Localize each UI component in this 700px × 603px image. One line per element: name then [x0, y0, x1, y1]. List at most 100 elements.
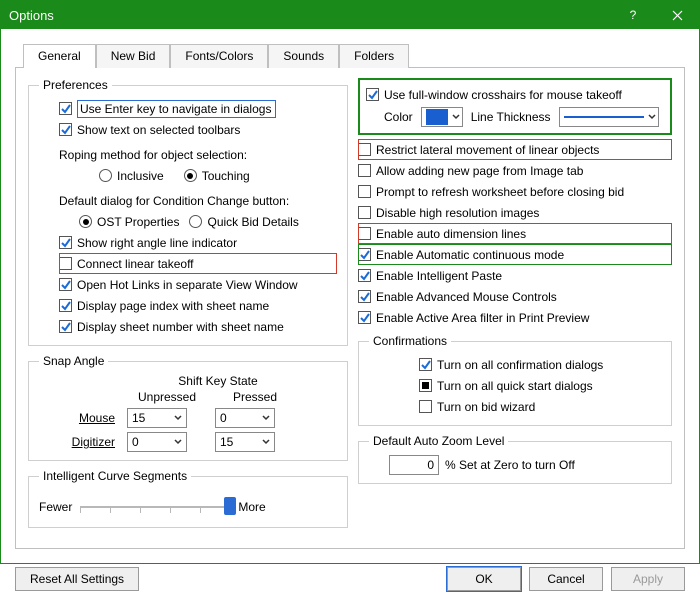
- window-title: Options: [9, 8, 54, 23]
- confirm-bid-row[interactable]: Turn on bid wizard: [419, 396, 661, 417]
- show-text-label: Show text on selected toolbars: [77, 123, 240, 137]
- color-swatch: [426, 109, 448, 125]
- tab-general[interactable]: General: [23, 44, 96, 68]
- snap-angle-group: Snap Angle Shift Key State Unpressed Pre…: [28, 354, 348, 461]
- digitizer-unpressed-select[interactable]: 0: [127, 432, 187, 452]
- color-label: Color: [384, 110, 413, 124]
- chevron-down-icon: [262, 435, 270, 449]
- digitizer-pressed-select[interactable]: 15: [215, 432, 275, 452]
- zoom-input[interactable]: 0: [389, 455, 439, 475]
- confirm-quick-checkbox[interactable]: [419, 379, 432, 392]
- line-thickness-select[interactable]: [559, 107, 659, 127]
- confirm-bid-checkbox[interactable]: [419, 400, 432, 413]
- show-right-angle-row[interactable]: Show right angle line indicator: [59, 232, 337, 253]
- display-sheet-number-checkbox[interactable]: [59, 320, 72, 333]
- dialog-body: General New Bid Fonts/Colors Sounds Fold…: [1, 29, 699, 557]
- full-window-crosshair-row[interactable]: Use full-window crosshairs for mouse tak…: [366, 84, 664, 105]
- disable-high-res-row[interactable]: Disable high resolution images: [358, 202, 672, 223]
- open-hot-links-row[interactable]: Open Hot Links in separate View Window: [59, 274, 337, 295]
- preferences-group: Preferences Use Enter key to navigate in…: [28, 78, 348, 346]
- zoom-level-legend: Default Auto Zoom Level: [369, 434, 508, 448]
- tab-fonts-colors[interactable]: Fonts/Colors: [170, 44, 268, 68]
- open-hot-links-checkbox[interactable]: [59, 278, 72, 291]
- mouse-unpressed-select[interactable]: 15: [127, 408, 187, 428]
- zoom-level-group: Default Auto Zoom Level 0 % Set at Zero …: [358, 434, 672, 484]
- chevron-down-icon: [648, 110, 656, 124]
- color-select[interactable]: [421, 107, 463, 127]
- confirmations-legend: Confirmations: [369, 334, 451, 348]
- prompt-refresh-row[interactable]: Prompt to refresh worksheet before closi…: [358, 181, 672, 202]
- enable-auto-dim-row[interactable]: Enable auto dimension lines: [358, 223, 672, 244]
- enable-adv-mouse-row[interactable]: Enable Advanced Mouse Controls: [358, 286, 672, 307]
- confirm-quick-row[interactable]: Turn on all quick start dialogs: [419, 375, 661, 396]
- allow-new-page-row[interactable]: Allow adding new page from Image tab: [358, 160, 672, 181]
- restrict-lateral-checkbox[interactable]: [358, 143, 371, 156]
- enable-auto-cont-checkbox[interactable]: [358, 248, 371, 261]
- confirm-all-checkbox[interactable]: [419, 358, 432, 371]
- chevron-down-icon: [262, 411, 270, 425]
- cancel-button[interactable]: Cancel: [529, 567, 603, 591]
- enable-active-area-row[interactable]: Enable Active Area filter in Print Previ…: [358, 307, 672, 328]
- reset-all-button[interactable]: Reset All Settings: [15, 567, 139, 591]
- show-right-angle-checkbox[interactable]: [59, 236, 72, 249]
- digitizer-label: Digitizer: [72, 435, 115, 449]
- left-column: Preferences Use Enter key to navigate in…: [28, 78, 348, 536]
- right-column: Use full-window crosshairs for mouse tak…: [358, 78, 672, 536]
- use-enter-row[interactable]: Use Enter key to navigate in dialogs: [59, 98, 337, 119]
- chevron-down-icon: [174, 411, 182, 425]
- snap-angle-legend: Snap Angle: [39, 354, 108, 368]
- radio-icon: [99, 169, 112, 182]
- enable-ipaste-checkbox[interactable]: [358, 269, 371, 282]
- display-page-index-checkbox[interactable]: [59, 299, 72, 312]
- curve-slider[interactable]: [80, 495, 230, 519]
- preferences-legend: Preferences: [39, 78, 112, 92]
- display-sheet-number-row[interactable]: Display sheet number with sheet name: [59, 316, 337, 337]
- full-window-crosshair-checkbox[interactable]: [366, 88, 379, 101]
- help-button[interactable]: ?: [611, 1, 655, 29]
- prompt-refresh-checkbox[interactable]: [358, 185, 371, 198]
- confirm-all-row[interactable]: Turn on all confirmation dialogs: [419, 354, 661, 375]
- tab-sounds[interactable]: Sounds: [268, 44, 339, 68]
- more-label: More: [238, 500, 265, 514]
- enable-active-area-checkbox[interactable]: [358, 311, 371, 324]
- enable-adv-mouse-checkbox[interactable]: [358, 290, 371, 303]
- enable-auto-dim-checkbox[interactable]: [358, 227, 371, 240]
- show-text-checkbox[interactable]: [59, 123, 72, 136]
- ost-properties-radio[interactable]: OST Properties: [79, 215, 179, 229]
- tab-strip: General New Bid Fonts/Colors Sounds Fold…: [23, 43, 685, 67]
- tab-panel: Preferences Use Enter key to navigate in…: [15, 67, 685, 549]
- slider-thumb[interactable]: [224, 497, 236, 515]
- default-dialog-label: Default dialog for Condition Change butt…: [59, 194, 289, 208]
- pressed-header: Pressed: [215, 390, 295, 404]
- apply-button[interactable]: Apply: [611, 567, 685, 591]
- line-sample: [564, 116, 644, 118]
- use-enter-checkbox[interactable]: [59, 102, 72, 115]
- crosshair-group: Use full-window crosshairs for mouse tak…: [358, 78, 672, 135]
- connect-linear-checkbox[interactable]: [59, 257, 72, 270]
- enable-auto-cont-row[interactable]: Enable Automatic continuous mode: [358, 244, 672, 265]
- close-icon: [672, 10, 683, 21]
- mouse-label: Mouse: [79, 411, 115, 425]
- restrict-lateral-row[interactable]: Restrict lateral movement of linear obje…: [358, 139, 672, 160]
- roping-inclusive-radio[interactable]: Inclusive: [99, 169, 164, 183]
- disable-high-res-checkbox[interactable]: [358, 206, 371, 219]
- close-button[interactable]: [655, 1, 699, 29]
- quick-bid-details-radio[interactable]: Quick Bid Details: [189, 215, 298, 229]
- tab-new-bid[interactable]: New Bid: [96, 44, 171, 68]
- curve-segments-legend: Intelligent Curve Segments: [39, 469, 191, 483]
- connect-linear-row[interactable]: Connect linear takeoff: [59, 253, 337, 274]
- chevron-down-icon: [452, 110, 460, 124]
- confirmations-group: Confirmations Turn on all confirmation d…: [358, 334, 672, 426]
- allow-new-page-checkbox[interactable]: [358, 164, 371, 177]
- roping-touching-radio[interactable]: Touching: [184, 169, 250, 183]
- ok-button[interactable]: OK: [447, 567, 521, 591]
- display-page-index-row[interactable]: Display page index with sheet name: [59, 295, 337, 316]
- tab-folders[interactable]: Folders: [339, 44, 409, 68]
- use-enter-label: Use Enter key to navigate in dialogs: [80, 102, 271, 116]
- line-thickness-label: Line Thickness: [471, 110, 551, 124]
- show-text-row[interactable]: Show text on selected toolbars: [59, 119, 337, 140]
- title-bar: Options ?: [1, 1, 699, 29]
- mouse-pressed-select[interactable]: 0: [215, 408, 275, 428]
- enable-ipaste-row[interactable]: Enable Intelligent Paste: [358, 265, 672, 286]
- unpressed-header: Unpressed: [127, 390, 207, 404]
